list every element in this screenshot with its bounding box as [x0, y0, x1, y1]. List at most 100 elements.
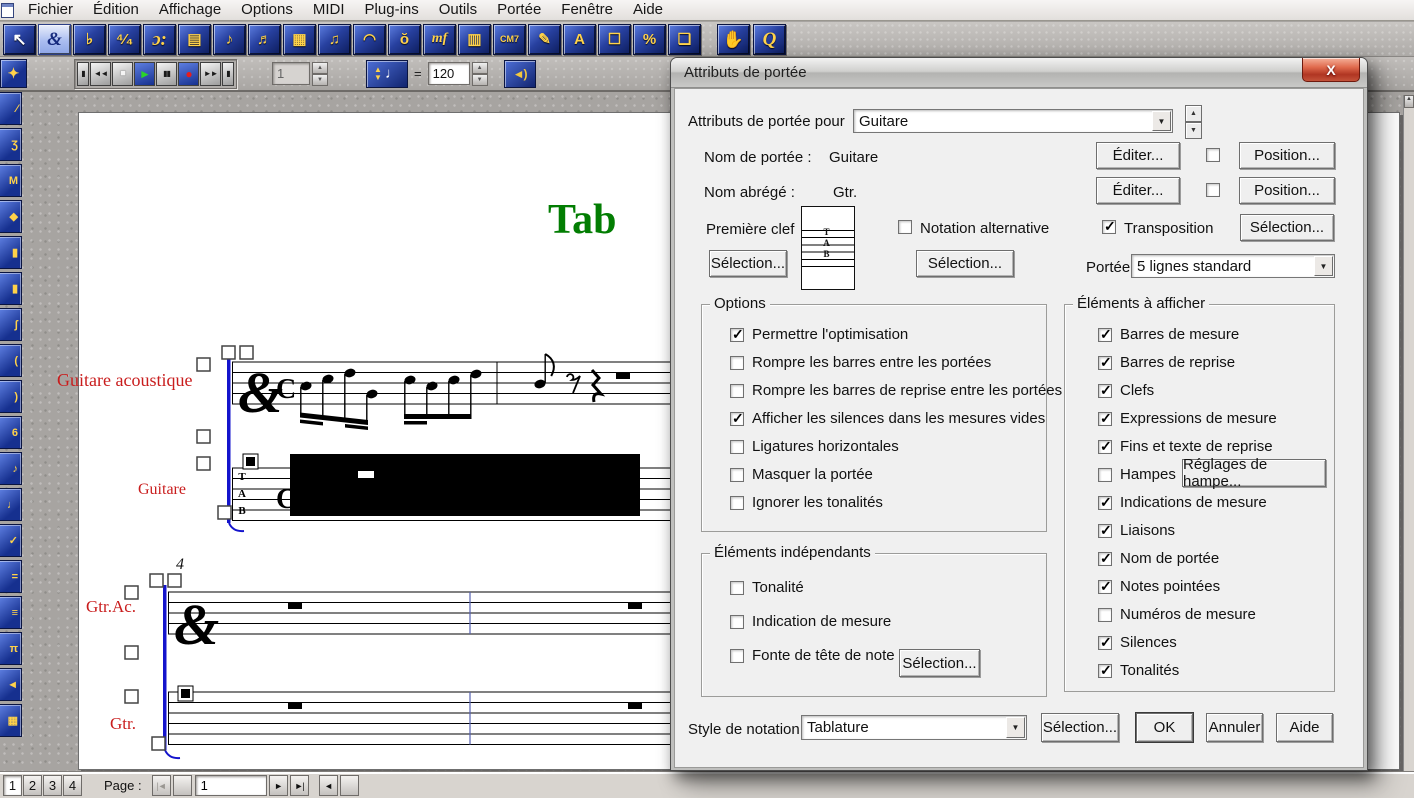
- palette-tool-button[interactable]: ◆: [0, 200, 22, 233]
- menu-item[interactable]: Affichage: [149, 0, 231, 20]
- menu-item[interactable]: Fichier: [18, 0, 83, 20]
- staff-select-combobox[interactable]: Guitare ▼: [853, 109, 1173, 133]
- tempo-input[interactable]: [428, 62, 470, 85]
- rewind-button[interactable]: ◄◄: [90, 62, 111, 86]
- last-page-button[interactable]: ►|: [290, 775, 309, 796]
- repeat-tool[interactable]: ▥: [458, 24, 491, 55]
- menu-item[interactable]: Options: [231, 0, 303, 20]
- scroll-left-button[interactable]: ◄: [319, 775, 338, 796]
- menu-item[interactable]: Édition: [83, 0, 149, 20]
- notehead-font-selection-button[interactable]: Sélection...: [899, 649, 980, 677]
- display-checkbox[interactable]: [1098, 664, 1112, 678]
- speedy-entry-tool[interactable]: ♬: [248, 24, 281, 55]
- chord-tool[interactable]: CM7: [493, 24, 526, 55]
- cancel-button[interactable]: Annuler: [1206, 713, 1263, 742]
- help-button[interactable]: Aide: [1276, 713, 1333, 742]
- palette-tool-button[interactable]: ⁄: [0, 92, 22, 125]
- option-checkbox[interactable]: [730, 440, 744, 454]
- palette-tool-button[interactable]: π: [0, 632, 22, 665]
- tempo-button[interactable]: ▲▼ ♩: [366, 60, 408, 88]
- page-shortcut-button[interactable]: 1: [3, 775, 22, 796]
- palette-tool-button[interactable]: ▮: [0, 272, 22, 305]
- edit-abbreviated-name-button[interactable]: Éditer...: [1096, 177, 1180, 204]
- display-checkbox[interactable]: [1098, 356, 1112, 370]
- smart-shape-tool[interactable]: ◠: [353, 24, 386, 55]
- spin-up-icon[interactable]: ▲: [472, 62, 488, 74]
- menu-item[interactable]: MIDI: [303, 0, 355, 20]
- display-checkbox[interactable]: [1098, 524, 1112, 538]
- first-page-button[interactable]: |◄: [152, 775, 171, 796]
- display-checkbox[interactable]: [1098, 636, 1112, 650]
- score-title[interactable]: Tab: [548, 196, 617, 244]
- resize-tool[interactable]: %: [633, 24, 666, 55]
- option-checkbox[interactable]: [730, 328, 744, 342]
- palette-tool-button[interactable]: ◄: [0, 668, 22, 701]
- spin-up-icon[interactable]: ▲: [312, 62, 328, 74]
- special-tools[interactable]: ✎: [528, 24, 561, 55]
- menu-item[interactable]: Fenêtre: [551, 0, 623, 20]
- key-signature-tool[interactable]: ♭: [73, 24, 106, 55]
- menu-item[interactable]: Outils: [429, 0, 487, 20]
- option-checkbox[interactable]: [730, 496, 744, 510]
- palette-tool-button[interactable]: 6: [0, 416, 22, 449]
- abbreviated-name-position-button[interactable]: Position...: [1239, 177, 1335, 204]
- go-to-end-button[interactable]: ▮: [222, 62, 234, 86]
- staff-name-position-button[interactable]: Position...: [1239, 142, 1335, 169]
- menu-item[interactable]: Aide: [623, 0, 673, 20]
- pause-button[interactable]: ▮▮: [156, 62, 177, 86]
- abbreviated-name-position-checkbox[interactable]: [1206, 183, 1220, 197]
- page-layout-tool[interactable]: ❏: [668, 24, 701, 55]
- palette-tool-button[interactable]: ▮: [0, 236, 22, 269]
- fast-forward-button[interactable]: ►►: [200, 62, 221, 86]
- transposition-selection-button[interactable]: Sélection...: [1240, 214, 1334, 241]
- stop-button[interactable]: ■: [112, 62, 133, 86]
- palette-button[interactable]: ✦: [0, 59, 27, 88]
- next-page-button[interactable]: ►: [269, 775, 288, 796]
- speaker-button[interactable]: ◄): [504, 60, 536, 88]
- palette-tool-button[interactable]: ▦: [0, 704, 22, 737]
- scroll-track[interactable]: [340, 775, 359, 796]
- dialog-title-bar[interactable]: Attributs de portée X: [671, 58, 1367, 88]
- measure-tool[interactable]: ▤: [178, 24, 211, 55]
- page-shortcut-button[interactable]: 2: [23, 775, 42, 796]
- display-checkbox[interactable]: [1098, 384, 1112, 398]
- staff-type-combobox[interactable]: 5 lignes standard ▼: [1131, 254, 1335, 278]
- previous-page-button[interactable]: [173, 775, 192, 796]
- text-tool[interactable]: A: [563, 24, 596, 55]
- staff-label-guitare-acoustique[interactable]: Guitare acoustique: [57, 370, 192, 391]
- display-checkbox[interactable]: [1098, 468, 1112, 482]
- alternate-notation-checkbox[interactable]: [898, 220, 912, 234]
- independent-checkbox[interactable]: [730, 581, 744, 595]
- spin-down-icon[interactable]: ▼: [1185, 122, 1202, 139]
- alternate-notation-selection-button[interactable]: Sélection...: [916, 250, 1014, 277]
- selection-arrow-tool[interactable]: ↖: [3, 24, 36, 55]
- hand-grabber-tool[interactable]: ✋: [717, 24, 750, 55]
- staff-label-gtr-ac[interactable]: Gtr.Ac.: [86, 597, 136, 617]
- expression-tool[interactable]: mf: [423, 24, 456, 55]
- page-shortcut-button[interactable]: 4: [63, 775, 82, 796]
- independent-checkbox[interactable]: [730, 649, 744, 663]
- first-clef-selection-button[interactable]: Sélection...: [709, 250, 787, 277]
- time-signature-tool[interactable]: ⁴⁄₄: [108, 24, 141, 55]
- option-checkbox[interactable]: [730, 384, 744, 398]
- display-checkbox[interactable]: [1098, 552, 1112, 566]
- chevron-down-icon[interactable]: ▼: [1152, 111, 1171, 131]
- staff-tool[interactable]: &: [38, 24, 71, 55]
- display-checkbox[interactable]: [1098, 608, 1112, 622]
- palette-tool-button[interactable]: ♪: [0, 452, 22, 485]
- menu-item[interactable]: Plug-ins: [355, 0, 429, 20]
- spin-up-icon[interactable]: ▲: [1185, 105, 1202, 122]
- hyperscribe-tool[interactable]: ▦: [283, 24, 316, 55]
- palette-tool-button[interactable]: M: [0, 164, 22, 197]
- palette-tool-button[interactable]: ≡: [0, 596, 22, 629]
- measure-counter-input[interactable]: [272, 62, 310, 85]
- option-checkbox[interactable]: [730, 412, 744, 426]
- option-checkbox[interactable]: [730, 356, 744, 370]
- spin-down-icon[interactable]: ▼: [312, 74, 328, 86]
- display-checkbox[interactable]: [1098, 440, 1112, 454]
- measure-counter-spinner[interactable]: ▲▼: [312, 62, 328, 86]
- vertical-scrollbar[interactable]: ▲: [1403, 95, 1414, 772]
- independent-checkbox[interactable]: [730, 615, 744, 629]
- option-checkbox[interactable]: [730, 468, 744, 482]
- articulation-tool[interactable]: ŏ: [388, 24, 421, 55]
